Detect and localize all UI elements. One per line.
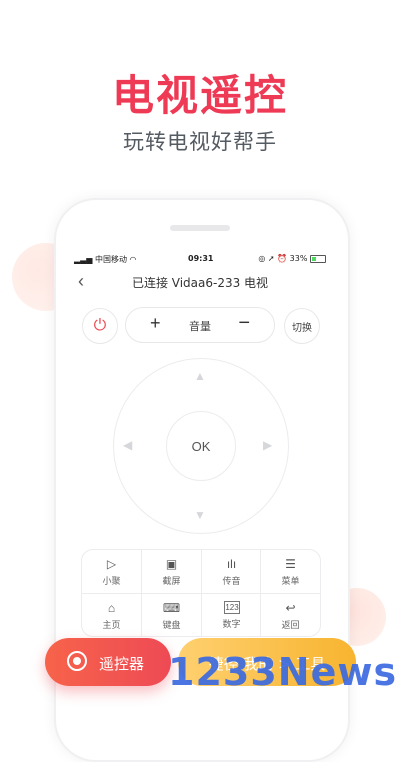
nav-bar: ‹ 已连接 Vidaa6-233 电视	[74, 266, 326, 298]
dpad-right-icon[interactable]: ▶	[263, 438, 272, 452]
volume-label: 音量	[189, 320, 211, 333]
battery-icon	[310, 254, 326, 263]
ok-button[interactable]: OK	[166, 411, 236, 481]
grid-item-keyboard[interactable]: ⌨ 键盘	[142, 594, 201, 636]
volume-down-button[interactable]: −	[238, 312, 250, 335]
switch-button[interactable]: 切换	[284, 308, 320, 344]
remote-tab-button[interactable]: 遥控器	[45, 638, 171, 686]
status-time: 09:31	[188, 254, 214, 263]
menu-icon: ☰	[285, 557, 296, 571]
keyboard-icon: ⌨	[162, 601, 181, 615]
grid-item-screenshot[interactable]: ▣ 截屏	[142, 550, 201, 593]
number-pad-icon: 123	[224, 601, 240, 614]
dpad-down-icon[interactable]: ▼	[194, 508, 206, 522]
remote-icon	[67, 651, 87, 671]
grid-item-home[interactable]: ⌂ 主页	[82, 594, 141, 636]
battery-percent: 33%	[289, 254, 308, 263]
grid-item-numbers[interactable]: 123 数字	[202, 594, 261, 636]
grid-item-label: 键盘	[162, 621, 181, 631]
grid-item-label: 截屏	[162, 577, 181, 587]
remote-label: 遥控器	[99, 655, 145, 673]
connection-title: 已连接 Vidaa6-233 电视	[131, 276, 269, 290]
grid-item-return[interactable]: ↩ 返回	[261, 594, 320, 636]
status-bar: ▂▃▅ 中国移动 ◠ 09:31 ◎ ➚ ⏰ 33%	[74, 252, 326, 266]
function-grid: ▷ 小聚 ▣ 截屏 ılı 传音 ☰ 菜单 ⌂ 主页 ⌨ 键盘 123 数字 ↩…	[81, 549, 321, 637]
grid-item-label: 返回	[281, 621, 300, 631]
grid-item-label: 小聚	[102, 577, 121, 587]
volume-control: + 音量 −	[125, 307, 275, 343]
dpad-left-icon[interactable]: ◀	[123, 438, 132, 452]
phone-speaker	[170, 225, 230, 231]
grid-item-xiaoju[interactable]: ▷ 小聚	[82, 550, 141, 593]
grid-item-audio[interactable]: ılı 传音	[202, 550, 261, 593]
headline: 电视遥控	[111, 71, 288, 120]
play-icon: ▷	[106, 557, 117, 571]
subheadline: 玩转电视好帮手	[123, 130, 277, 154]
grid-item-label: 菜单	[281, 577, 300, 587]
grid-item-label: 数字	[222, 620, 241, 630]
grid-item-label: 传音	[222, 577, 241, 587]
carrier: ▂▃▅ 中国移动 ◠	[74, 255, 137, 264]
power-button[interactable]: ⏻	[82, 308, 118, 344]
watermark-logo: 1233News	[168, 650, 398, 694]
home-icon: ⌂	[107, 601, 116, 615]
power-icon: ⏻	[93, 317, 107, 334]
grid-item-label: 主页	[102, 621, 121, 631]
dpad-up-icon[interactable]: ▲	[194, 369, 206, 383]
grid-item-menu[interactable]: ☰ 菜单	[261, 550, 320, 593]
audio-wave-icon: ılı	[226, 557, 237, 571]
return-icon: ↩	[285, 601, 296, 615]
screenshot-icon: ▣	[165, 557, 178, 571]
status-right: ◎ ➚ ⏰ 33%	[258, 254, 326, 263]
